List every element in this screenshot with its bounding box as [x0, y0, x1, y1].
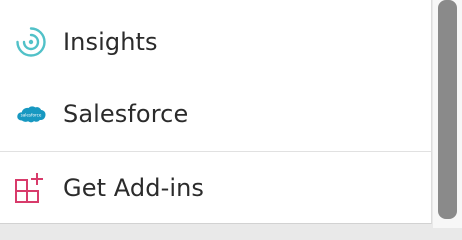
add-ins-menu: Insights salesforce Salesforce Get Add-i… [0, 0, 432, 224]
scrollbar-thumb[interactable] [438, 0, 457, 219]
menu-divider [0, 151, 431, 152]
svg-text:salesforce: salesforce [21, 112, 42, 117]
menu-item-label: Get Add-ins [63, 174, 205, 202]
menu-item-get-add-ins[interactable]: Get Add-ins [0, 160, 431, 216]
menu-item-insights[interactable]: Insights [0, 14, 431, 70]
get-add-ins-icon [14, 171, 48, 205]
menu-item-salesforce[interactable]: salesforce Salesforce [0, 86, 431, 142]
menu-item-label: Insights [63, 28, 158, 56]
menu-item-label: Salesforce [63, 100, 189, 128]
insights-icon [14, 25, 48, 59]
salesforce-cloud-icon: salesforce [14, 97, 48, 131]
